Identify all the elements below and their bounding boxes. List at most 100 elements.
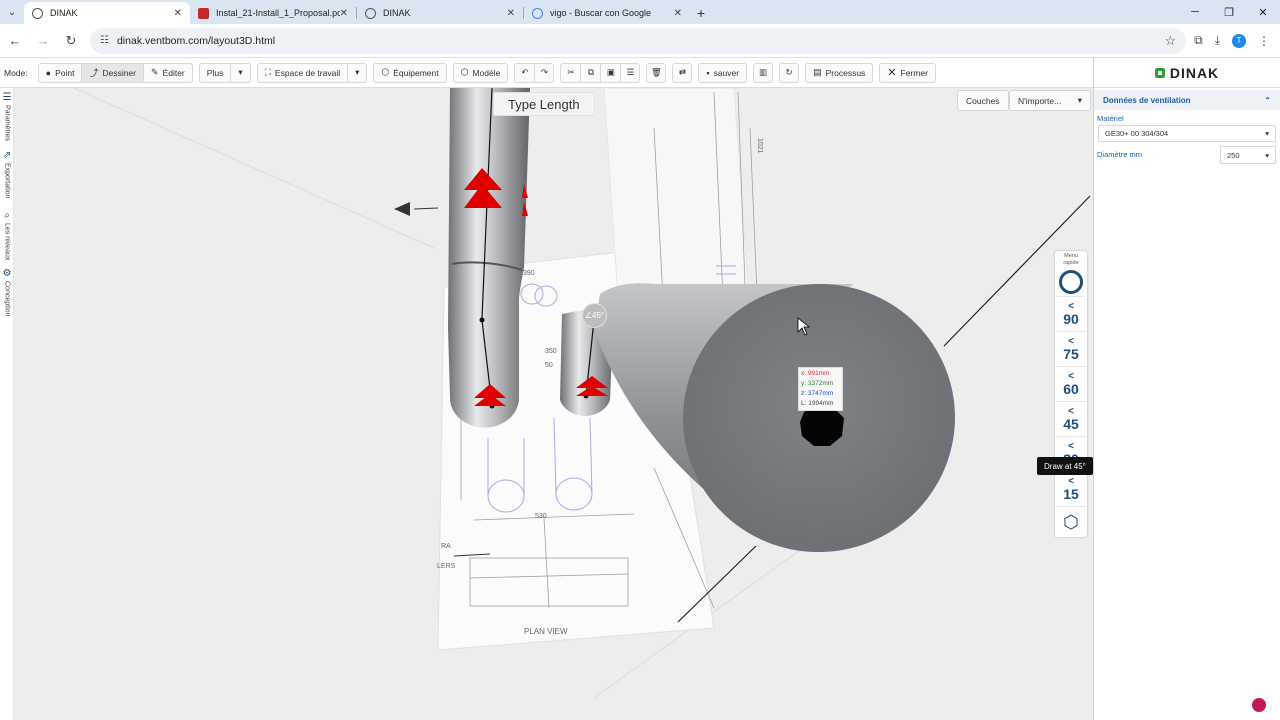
caret-down-icon: ▾ <box>1265 150 1269 160</box>
angle-90-button[interactable]: <90 <box>1056 297 1086 332</box>
ventilation-section-header[interactable]: Données de ventilation ⌃ <box>1094 90 1280 110</box>
browser-actions: ⧉ ⤓ T ⋮ <box>1194 33 1270 48</box>
tools-group: ✂ ⧉ ▣ ☰ <box>560 62 641 83</box>
site-info-icon[interactable]: ☷ <box>100 35 109 46</box>
edit-label: Éditer <box>162 67 185 78</box>
type-length-input[interactable]: Type Length <box>493 92 595 116</box>
redo-button[interactable]: ↷ <box>534 62 555 83</box>
cut-button[interactable]: ✂ <box>560 62 581 83</box>
material-value: GE30+ 00 304/304 <box>1105 129 1169 138</box>
close-window-icon[interactable]: ✕ <box>1246 0 1280 24</box>
back-arrow-icon[interactable]: ← <box>2 28 28 54</box>
process-label: Processus <box>825 67 866 78</box>
vtab-export[interactable]: ⇗ Exportation <box>0 150 14 198</box>
export-icon: ⇗ <box>2 150 12 161</box>
layer-filter-select[interactable]: N'importe... ▾ <box>1009 90 1091 111</box>
angle-icon: < <box>1068 405 1074 417</box>
close-label: Fermer <box>900 67 928 78</box>
vtab-parameters[interactable]: ☰ Paramètres <box>0 92 14 141</box>
tab-search-chevron-icon[interactable]: ⌄ <box>0 0 24 24</box>
delete-button[interactable]: 🗑 <box>646 62 667 83</box>
browser-tab-dinak[interactable]: DINAK ✕ <box>24 2 190 24</box>
coord-length: L: 1994mm <box>801 400 834 407</box>
view-cube-button[interactable]: ⬡ <box>1056 507 1086 537</box>
close-app-button[interactable]: ✕ Fermer <box>879 62 936 83</box>
save-label: sauver <box>713 67 740 78</box>
redo-icon: ↷ <box>540 67 548 77</box>
workspace-label: Espace de travail <box>274 67 341 78</box>
diameter-select[interactable]: 250 ▾ <box>1220 146 1276 164</box>
download-icon[interactable]: ⤓ <box>1215 33 1220 48</box>
workspace-icon: ⛶ <box>264 67 271 77</box>
model-button[interactable]: ⬡ Modèle <box>452 62 509 83</box>
paste-button[interactable]: ▣ <box>600 62 621 83</box>
plan-view-label: PLAN VIEW <box>524 627 568 636</box>
more-dropdown-button[interactable]: ▾ <box>230 62 251 83</box>
quick-menu: Menu rapide <90 <75 <60 <45 <30 <15 ⬡ <box>1055 251 1087 537</box>
dim-530-label: 530 <box>535 513 547 520</box>
gear-icon: ⚙ <box>2 268 12 279</box>
coord-y: y: 3372mm <box>801 380 834 387</box>
more-button[interactable]: Plus <box>198 62 231 83</box>
browser-menu-icon[interactable]: ⋮ <box>1258 34 1270 48</box>
record-indicator[interactable] <box>1252 698 1266 712</box>
close-tab-icon[interactable]: ✕ <box>174 8 182 19</box>
angle-60-button[interactable]: <60 <box>1056 367 1086 402</box>
dim-350-label: 350 <box>545 348 557 355</box>
angle-75-button[interactable]: <75 <box>1056 332 1086 367</box>
3d-viewport[interactable]: 530 350 390 50 1021 RA LERS PLAN VIEW Ty… <box>14 88 1093 720</box>
angle-value: 15 <box>1063 485 1079 502</box>
angle-15-button[interactable]: <15 <box>1056 472 1086 507</box>
new-tab-button[interactable]: + <box>690 2 712 24</box>
3d-scene[interactable]: 530 350 390 50 1021 RA LERS PLAN VIEW <box>14 88 1093 720</box>
angle-45-button[interactable]: <45 <box>1056 402 1086 437</box>
circle-mode-button[interactable] <box>1057 267 1085 297</box>
window-controls: ─ ❐ ✕ <box>1178 0 1280 24</box>
layers-button[interactable]: Couches <box>957 90 1009 111</box>
close-tab-icon[interactable]: ✕ <box>340 8 348 19</box>
point-mode-button[interactable]: ● Point <box>37 62 82 83</box>
profile-avatar[interactable]: T <box>1232 33 1246 48</box>
browser-tab-pdf[interactable]: Instal_21-Install_1_Proposal.pdf ✕ <box>190 2 356 24</box>
browser-tab-google[interactable]: vigo - Buscar con Google ✕ <box>524 2 690 24</box>
copy-button[interactable]: ⧉ <box>580 62 601 83</box>
restore-icon[interactable]: ❐ <box>1212 0 1246 24</box>
globe-icon <box>32 7 43 19</box>
brand-logo: DINAK <box>1094 58 1280 88</box>
refresh-icon: ↻ <box>785 67 793 77</box>
bookmark-star-icon[interactable]: ☆ <box>1164 33 1176 49</box>
tab-label: vigo - Buscar con Google <box>550 8 652 18</box>
edit-mode-button[interactable]: ✎ Éditer <box>143 62 193 83</box>
arrow-left-icon <box>394 202 410 216</box>
undo-icon: ↶ <box>521 67 529 77</box>
close-tab-icon[interactable]: ✕ <box>674 8 682 19</box>
chart-icon: ▥ <box>759 67 768 77</box>
text-lers: LERS <box>437 563 456 570</box>
draw-mode-button[interactable]: ⤴ Dessiner <box>81 62 143 83</box>
minimize-icon[interactable]: ─ <box>1178 0 1212 24</box>
list-button[interactable]: ☰ <box>620 62 641 83</box>
extensions-icon[interactable]: ⧉ <box>1194 33 1203 48</box>
browser-tab-dinak-2[interactable]: DINAK ✕ <box>357 2 523 24</box>
close-tab-icon[interactable]: ✕ <box>507 8 515 19</box>
process-button[interactable]: ▤ Processus <box>805 62 874 83</box>
point-label: Point <box>55 67 75 78</box>
forward-arrow-icon[interactable]: → <box>30 28 56 54</box>
material-select[interactable]: GE30+ 00 304/304 ▾ <box>1098 125 1276 142</box>
url-field[interactable]: ☷ dinak.ventbom.com/layout3D.html ☆ <box>90 27 1187 54</box>
reload-icon[interactable]: ↻ <box>58 28 84 54</box>
diameter-label: Diamètre mm <box>1097 149 1143 159</box>
refresh-button[interactable]: ↻ <box>779 62 800 83</box>
swap-button[interactable]: ⇄ <box>672 62 693 83</box>
node-point[interactable] <box>479 317 485 323</box>
more-group: Plus ▾ <box>198 62 251 83</box>
equipment-button[interactable]: ⬡ Équipement <box>373 62 447 83</box>
workspace-dropdown-button[interactable]: ▾ <box>347 62 368 83</box>
stats-button[interactable]: ▥ <box>753 62 774 83</box>
vtab-layers[interactable]: ⌕ Les niveaux <box>0 210 14 260</box>
brand-name: DINAK <box>1169 64 1220 81</box>
vtab-design[interactable]: ⚙ Conception <box>0 268 14 316</box>
save-button[interactable]: ▪ sauver <box>698 62 748 83</box>
undo-button[interactable]: ↶ <box>514 62 535 83</box>
workspace-button[interactable]: ⛶ Espace de travail <box>256 62 348 83</box>
